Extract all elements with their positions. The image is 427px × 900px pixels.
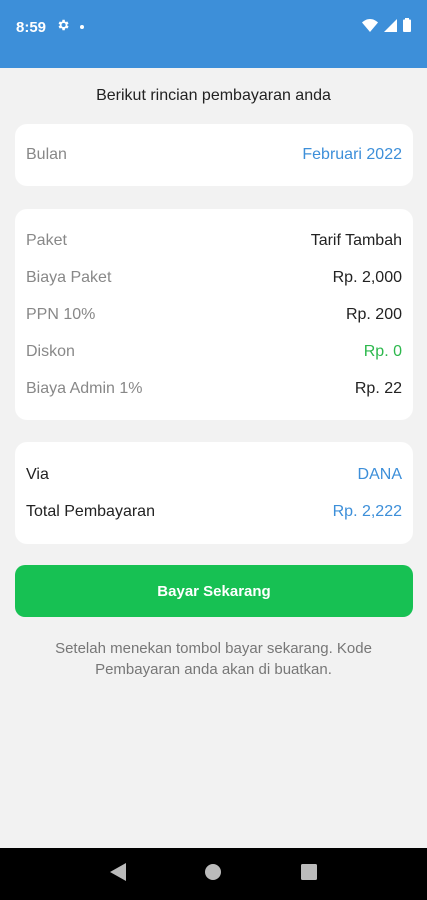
detail-value: Rp. 22 bbox=[354, 379, 402, 397]
main-content: Berikut rincian pembayaran anda Bulan Fe… bbox=[0, 68, 427, 848]
recents-icon[interactable] bbox=[301, 863, 318, 885]
detail-label: Diskon bbox=[26, 342, 75, 360]
notification-dot-icon bbox=[80, 25, 85, 29]
detail-value: Rp. 200 bbox=[345, 305, 402, 323]
detail-label: Paket bbox=[26, 231, 67, 249]
detail-card: Paket Tarif Tambah Biaya Paket Rp. 2,000… bbox=[15, 209, 413, 420]
back-icon[interactable] bbox=[109, 862, 126, 886]
via-value: DANA bbox=[357, 465, 402, 483]
month-value: Februari 2022 bbox=[302, 146, 402, 163]
status-bar: 8:59 bbox=[0, 0, 427, 68]
wifi-icon bbox=[362, 18, 378, 37]
system-nav-bar bbox=[0, 848, 427, 900]
page-heading: Berikut rincian pembayaran anda bbox=[96, 87, 331, 104]
total-value: Rp. 2,222 bbox=[332, 502, 402, 520]
detail-row-admin-fee: Biaya Admin 1% Rp. 22 bbox=[15, 370, 413, 407]
status-time: 8:59 bbox=[16, 18, 47, 36]
month-label: Bulan bbox=[26, 146, 67, 163]
battery-icon bbox=[403, 18, 411, 37]
signal-icon bbox=[384, 18, 397, 37]
total-label: Total Pembayaran bbox=[26, 502, 155, 520]
detail-row-package-fee: Biaya Paket Rp. 2,000 bbox=[15, 259, 413, 296]
via-row: Via DANA bbox=[15, 456, 413, 493]
settings-icon bbox=[56, 18, 70, 36]
detail-row-discount: Diskon Rp. 0 bbox=[15, 333, 413, 370]
via-label: Via bbox=[26, 465, 49, 483]
month-card: Bulan Februari 2022 bbox=[15, 124, 413, 186]
pay-now-button[interactable]: Bayar Sekarang bbox=[15, 565, 413, 617]
home-icon[interactable] bbox=[205, 863, 222, 885]
payment-card: Via DANA Total Pembayaran Rp. 2,222 bbox=[15, 442, 413, 544]
total-row: Total Pembayaran Rp. 2,222 bbox=[15, 493, 413, 530]
detail-row-tax: PPN 10% Rp. 200 bbox=[15, 296, 413, 333]
discount-value: Rp. 0 bbox=[363, 342, 402, 360]
month-row: Bulan Februari 2022 bbox=[15, 137, 413, 174]
detail-label: PPN 10% bbox=[26, 305, 96, 323]
detail-value: Tarif Tambah bbox=[310, 231, 402, 249]
payment-note: Setelah menekan tombol bayar sekarang. K… bbox=[55, 640, 372, 678]
detail-label: Biaya Paket bbox=[26, 268, 112, 286]
detail-value: Rp. 2,000 bbox=[332, 268, 402, 286]
detail-label: Biaya Admin 1% bbox=[26, 379, 143, 397]
detail-row-package: Paket Tarif Tambah bbox=[15, 222, 413, 259]
